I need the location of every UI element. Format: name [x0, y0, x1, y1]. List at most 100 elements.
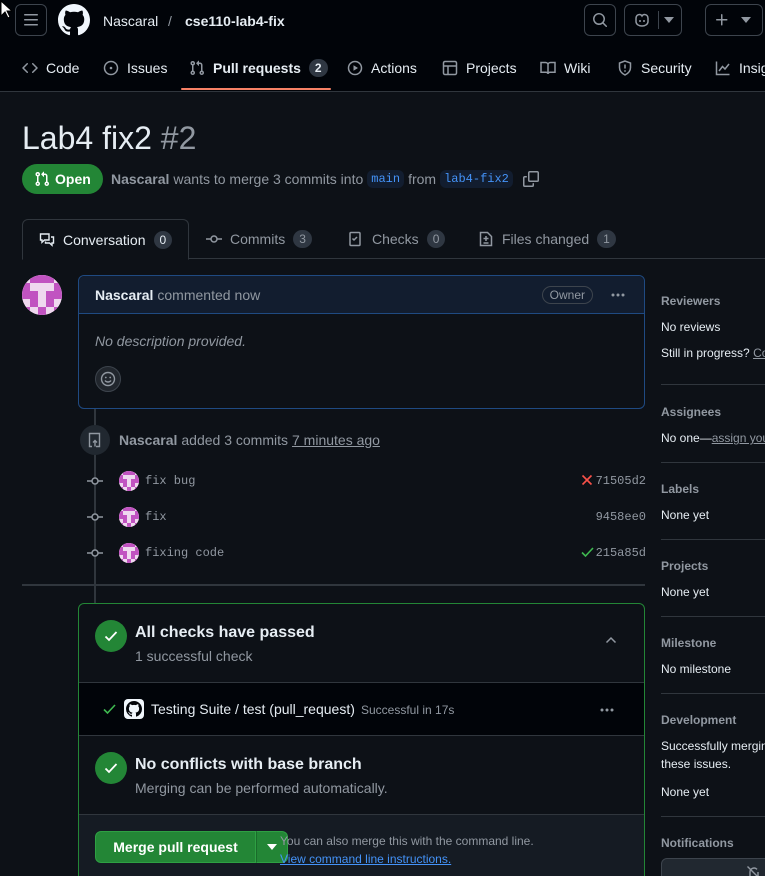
sidebar-divider [661, 816, 765, 817]
copilot-icon [635, 13, 649, 27]
development-heading[interactable]: Development [661, 713, 736, 727]
timeline-line [94, 586, 96, 603]
breadcrumb-repo[interactable]: cse110-lab4-fix [185, 11, 285, 31]
create-new-button[interactable] [705, 4, 763, 36]
avatar[interactable] [119, 471, 139, 491]
issue-opened-icon [103, 60, 119, 76]
avatar[interactable] [119, 507, 139, 527]
sidebar-divider [661, 616, 765, 617]
milestone-heading[interactable]: Milestone [661, 636, 716, 650]
check-run-status: Successful in 17s [361, 703, 455, 717]
tab-actions-label: Actions [371, 60, 417, 76]
graph-icon [715, 61, 730, 76]
commit-message[interactable]: fix bug [145, 474, 195, 488]
tab-conversation[interactable]: Conversation 0 [22, 219, 190, 260]
commit-sha[interactable]: 215a85d [596, 546, 646, 560]
notifications-button[interactable] [661, 858, 765, 876]
comment-author[interactable]: Nascaral [95, 287, 153, 303]
assign-yourself-link[interactable]: assign you [712, 431, 765, 445]
tab-commits[interactable]: Commits 3 [190, 219, 328, 259]
base-branch[interactable]: main [367, 170, 405, 188]
commit-message[interactable]: fixing code [145, 546, 224, 560]
pr-from-text: from [408, 171, 437, 187]
commit-sha[interactable]: 71505d2 [596, 474, 646, 488]
pr-author[interactable]: Nascaral [111, 171, 169, 187]
x-icon[interactable] [581, 474, 593, 486]
chevron-down-icon [267, 844, 277, 850]
pr-meta: Nascaral wants to merge 3 commits into m… [111, 170, 539, 188]
timeline-action: added 3 commits [181, 432, 288, 448]
collapse-checks-button[interactable] [603, 632, 619, 648]
menu-button[interactable] [15, 4, 47, 36]
development-text-line1: Successfully mergin [661, 739, 765, 753]
comment-box: Nascaral commented now Owner No descript… [78, 275, 645, 409]
merge-button-label: Merge pull request [113, 839, 238, 855]
shield-icon [618, 60, 632, 76]
tab-wiki[interactable]: Wiki [540, 58, 590, 78]
plus-icon [716, 14, 728, 26]
cli-instructions-link[interactable]: View command line instructions. [280, 852, 451, 866]
labels-heading[interactable]: Labels [661, 482, 699, 496]
add-reaction-button[interactable] [95, 366, 121, 392]
timeline-divider [22, 584, 645, 586]
check-icon[interactable] [581, 546, 594, 558]
pr-tabs: Conversation 0 Commits 3 Checks 0 Files … [22, 219, 765, 260]
sidebar-divider [661, 462, 765, 463]
search-button[interactable] [584, 4, 616, 36]
tab-pull-requests[interactable]: Pull requests 2 [189, 58, 328, 78]
tab-checks[interactable]: Checks 0 [332, 219, 461, 259]
tab-projects[interactable]: Projects [442, 58, 517, 78]
tab-insights[interactable]: Insig [715, 58, 765, 78]
git-commit-icon [87, 549, 103, 557]
sidebar-divider [661, 539, 765, 540]
convert-to-draft-link[interactable]: Co [753, 346, 765, 360]
git-commit-icon [206, 235, 222, 243]
check-icon [104, 763, 118, 774]
sidebar-divider [661, 384, 765, 385]
pull-requests-counter: 2 [308, 59, 328, 77]
breadcrumb-owner[interactable]: Nascaral [103, 11, 158, 31]
comment-options-button[interactable] [610, 287, 626, 303]
tab-actions[interactable]: Actions [347, 58, 417, 78]
check-run-row: Testing Suite / test (pull_request) Succ… [79, 682, 644, 736]
projects-heading[interactable]: Projects [661, 559, 708, 573]
book-icon [540, 61, 556, 75]
development-value: None yet [661, 785, 710, 799]
timeline-author[interactable]: Nascaral [119, 432, 177, 448]
tab-issues[interactable]: Issues [103, 58, 167, 78]
timeline-time[interactable]: 7 minutes ago [292, 432, 380, 448]
tab-files-changed-count: 1 [597, 230, 616, 248]
commit-message[interactable]: fix [145, 510, 167, 524]
tab-pull-requests-label: Pull requests [213, 60, 301, 76]
still-in-progress-text: Still in progress? [661, 346, 750, 360]
check-run-options-button[interactable] [599, 702, 615, 718]
copy-icon [522, 171, 539, 187]
chevron-down-icon [664, 17, 674, 23]
merge-button[interactable]: Merge pull request [95, 831, 256, 863]
tab-security[interactable]: Security [617, 58, 692, 78]
owner-badge: Owner [541, 286, 593, 304]
github-logo-icon[interactable] [58, 4, 90, 36]
git-pull-request-icon [35, 171, 50, 187]
checks-subtitle: 1 successful check [135, 648, 253, 664]
tab-files-changed[interactable]: Files changed 1 [462, 219, 632, 259]
page-title: Lab4 fix2 #2 [22, 118, 196, 158]
reviewers-heading[interactable]: Reviewers [661, 294, 720, 308]
checks-passed-badge [95, 620, 127, 652]
assignees-heading[interactable]: Assignees [661, 405, 721, 419]
avatar[interactable] [119, 543, 139, 563]
bell-slash-icon [747, 866, 759, 876]
merge-footer: Merge pull request You can also merge th… [79, 814, 644, 876]
avatar[interactable] [22, 275, 62, 315]
copilot-button[interactable] [624, 4, 682, 36]
comment-time[interactable]: now [235, 287, 261, 303]
copy-branch-button[interactable] [522, 171, 539, 187]
checks-title: All checks have passed [135, 624, 315, 641]
commit-sha[interactable]: 9458ee0 [596, 510, 646, 524]
status-badge: Open [22, 164, 103, 194]
tab-checks-count: 0 [426, 230, 446, 248]
check-run-name[interactable]: Testing Suite / test (pull_request) [151, 701, 355, 717]
head-branch[interactable]: lab4-fix2 [440, 170, 513, 188]
tab-code[interactable]: Code [22, 58, 79, 78]
chevron-up-icon [605, 636, 617, 644]
